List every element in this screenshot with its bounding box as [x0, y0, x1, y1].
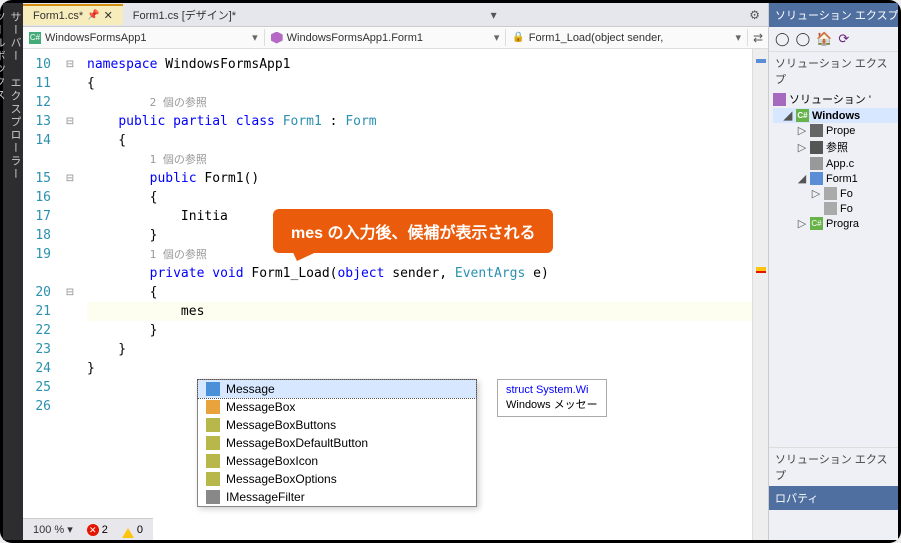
completion-item[interactable]: MessageBoxDefaultButton — [198, 434, 476, 452]
tree-project[interactable]: ◢C#Windows — [773, 108, 898, 123]
completion-item[interactable]: MessageBoxOptions — [198, 470, 476, 488]
fwd-icon[interactable]: ◯ — [796, 31, 811, 47]
solution-explorer-panel: ソリューション エクスプ ◯ ◯ 🏠 ⟳ ソリューション エクスプ ソリューショ… — [768, 3, 898, 540]
completion-item[interactable]: MessageBoxButtons — [198, 416, 476, 434]
code-editor[interactable]: 1011121314151617181920212223242526 ⊟⊟⊟⊟ … — [23, 49, 768, 540]
tree-solution[interactable]: ソリューション ' — [773, 90, 898, 108]
csharp-icon: C# — [29, 32, 41, 44]
pin-icon[interactable]: 📌 — [87, 10, 99, 21]
tree-form1[interactable]: ◢Form1 — [773, 171, 898, 186]
completion-kind-icon — [206, 400, 220, 414]
completion-item[interactable]: IMessageFilter — [198, 488, 476, 506]
completion-kind-icon — [206, 382, 220, 396]
completion-item[interactable]: MessageBoxIcon — [198, 452, 476, 470]
lock-icon: 🔒 — [512, 32, 524, 43]
warning-count[interactable]: 0 — [122, 522, 143, 538]
completion-kind-icon — [206, 454, 220, 468]
solution-toolbar[interactable]: ◯ ◯ 🏠 ⟳ — [769, 27, 898, 51]
vtab-server-explorer[interactable]: サーバー エクスプローラー — [7, 11, 23, 530]
tree-properties[interactable]: ▷Prope — [773, 123, 898, 138]
nav-project-selector[interactable]: C# WindowsFormsApp1▾ — [23, 29, 265, 46]
tree-form1-child2[interactable]: Fo — [773, 201, 898, 216]
tree-references[interactable]: ▷参照 — [773, 138, 898, 156]
solution-explorer-title: ソリューション エクスプ — [769, 3, 898, 27]
tree-appconfig[interactable]: App.c — [773, 156, 898, 171]
vertical-tool-tabs[interactable]: サーバー エクスプローラー ツールボックス データ ソース — [3, 3, 23, 540]
completion-kind-icon — [206, 418, 220, 432]
annotation-callout: mes の入力後、候補が表示される — [273, 209, 553, 253]
vertical-scrollbar[interactable] — [752, 49, 768, 540]
document-tab-bar: Form1.cs*📌✕ Form1.cs [デザイン]* ▾ ⚙ — [23, 3, 768, 27]
code-nav-bar: C# WindowsFormsApp1▾ WindowsFormsApp1.Fo… — [23, 27, 768, 49]
nav-class-selector[interactable]: WindowsFormsApp1.Form1▾ — [265, 29, 507, 46]
completion-kind-icon — [206, 490, 220, 504]
gear-icon[interactable]: ⚙ — [741, 8, 768, 22]
home-icon[interactable]: 🏠 — [816, 31, 832, 47]
solution-search-label: ソリューション エクスプ — [769, 51, 898, 90]
fold-margin[interactable]: ⊟⊟⊟⊟ — [57, 49, 83, 540]
tab-overflow-dropdown[interactable]: ▾ — [483, 8, 505, 22]
solution-explorer-footer-tab[interactable]: ソリューション エクスプ — [769, 447, 898, 486]
nav-member-selector[interactable]: 🔒 Form1_Load(object sender,▾ — [506, 29, 748, 46]
tree-program[interactable]: ▷C#Progra — [773, 216, 898, 231]
intellisense-tooltip: struct System.Wi Windows メッセー — [497, 379, 607, 417]
back-icon[interactable]: ◯ — [775, 31, 790, 47]
tree-form1-child1[interactable]: ▷Fo — [773, 186, 898, 201]
close-icon[interactable]: ✕ — [104, 9, 113, 22]
completion-item[interactable]: Message — [198, 380, 476, 398]
properties-panel-title[interactable]: ロパティ — [769, 486, 898, 510]
refresh-icon[interactable]: ⟳ — [838, 31, 849, 47]
completion-kind-icon — [206, 472, 220, 486]
tab-form1-design[interactable]: Form1.cs [デザイン]* — [123, 4, 246, 26]
intellisense-popup[interactable]: MessageMessageBoxMessageBoxButtonsMessag… — [197, 379, 477, 507]
solution-tree[interactable]: ソリューション ' ◢C#Windows ▷Prope ▷参照 App.c ◢F… — [769, 90, 898, 231]
completion-kind-icon — [206, 436, 220, 450]
tab-form1-cs[interactable]: Form1.cs*📌✕ — [23, 4, 123, 25]
class-icon — [271, 32, 283, 44]
error-count[interactable]: ✕2 — [87, 524, 108, 536]
zoom-level[interactable]: 100 % ▾ — [33, 523, 73, 536]
status-bar: 100 % ▾ ✕2 0 — [23, 518, 153, 540]
vtab-toolbox[interactable]: ツールボックス — [0, 11, 7, 530]
split-view-icon[interactable]: ⇄ — [748, 31, 768, 45]
completion-item[interactable]: MessageBox — [198, 398, 476, 416]
line-number-gutter: 1011121314151617181920212223242526 — [23, 49, 57, 540]
